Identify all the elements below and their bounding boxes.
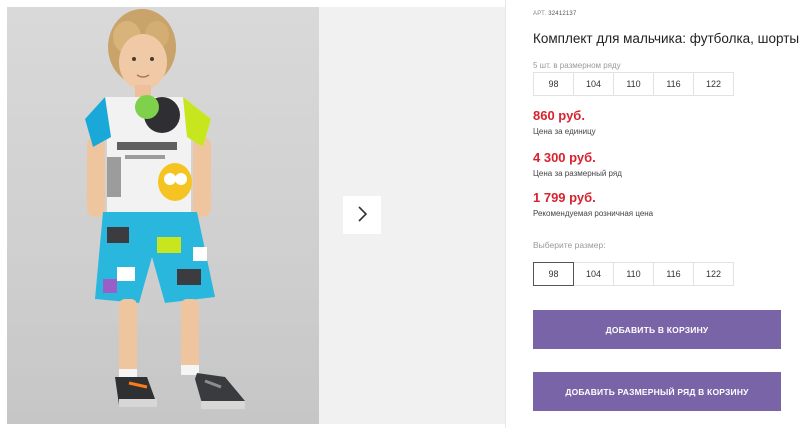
size-option-104[interactable]: 104 [573,262,614,286]
vertical-divider [505,0,506,428]
product-gallery [0,0,505,428]
pack-size-row: 98 104 110 116 122 [533,72,734,96]
chevron-right-icon [356,205,368,225]
article-label: АРТ. [533,11,547,17]
unit-price: 860 руб. [533,108,585,123]
pack-size-caption: 5 шт. в размерном ряду [533,61,621,70]
article-value: 32412137 [548,11,577,17]
article-number: АРТ. 32412137 [533,11,577,17]
pack-price: 4 300 руб. [533,150,596,165]
pack-price-label: Цена за размерный ряд [533,169,622,178]
pack-size-116: 116 [653,72,694,96]
add-size-pack-to-cart-button[interactable]: ДОБАВИТЬ РАЗМЕРНЫЙ РЯД В КОРЗИНУ [533,372,781,411]
size-option-98[interactable]: 98 [533,262,574,286]
retail-price: 1 799 руб. [533,190,596,205]
pack-size-122: 122 [693,72,734,96]
size-option-110[interactable]: 110 [613,262,654,286]
size-option-116[interactable]: 116 [653,262,694,286]
pack-size-98: 98 [533,72,574,96]
pack-size-110: 110 [613,72,654,96]
size-selector: 98 104 110 116 122 [533,262,734,286]
next-image-button[interactable] [343,196,381,234]
size-option-122[interactable]: 122 [693,262,734,286]
unit-price-label: Цена за единицу [533,127,596,136]
product-title: Комплект для мальчика: футболка, шорты [533,31,800,46]
product-photo[interactable] [7,7,319,424]
boy-in-tshirt-and-shorts-illustration [85,9,245,409]
retail-price-label: Рекомендуемая розничная цена [533,209,654,218]
add-to-cart-button[interactable]: ДОБАВИТЬ В КОРЗИНУ [533,310,781,349]
pack-size-104: 104 [573,72,614,96]
choose-size-caption: Выберите размер: [533,240,606,250]
